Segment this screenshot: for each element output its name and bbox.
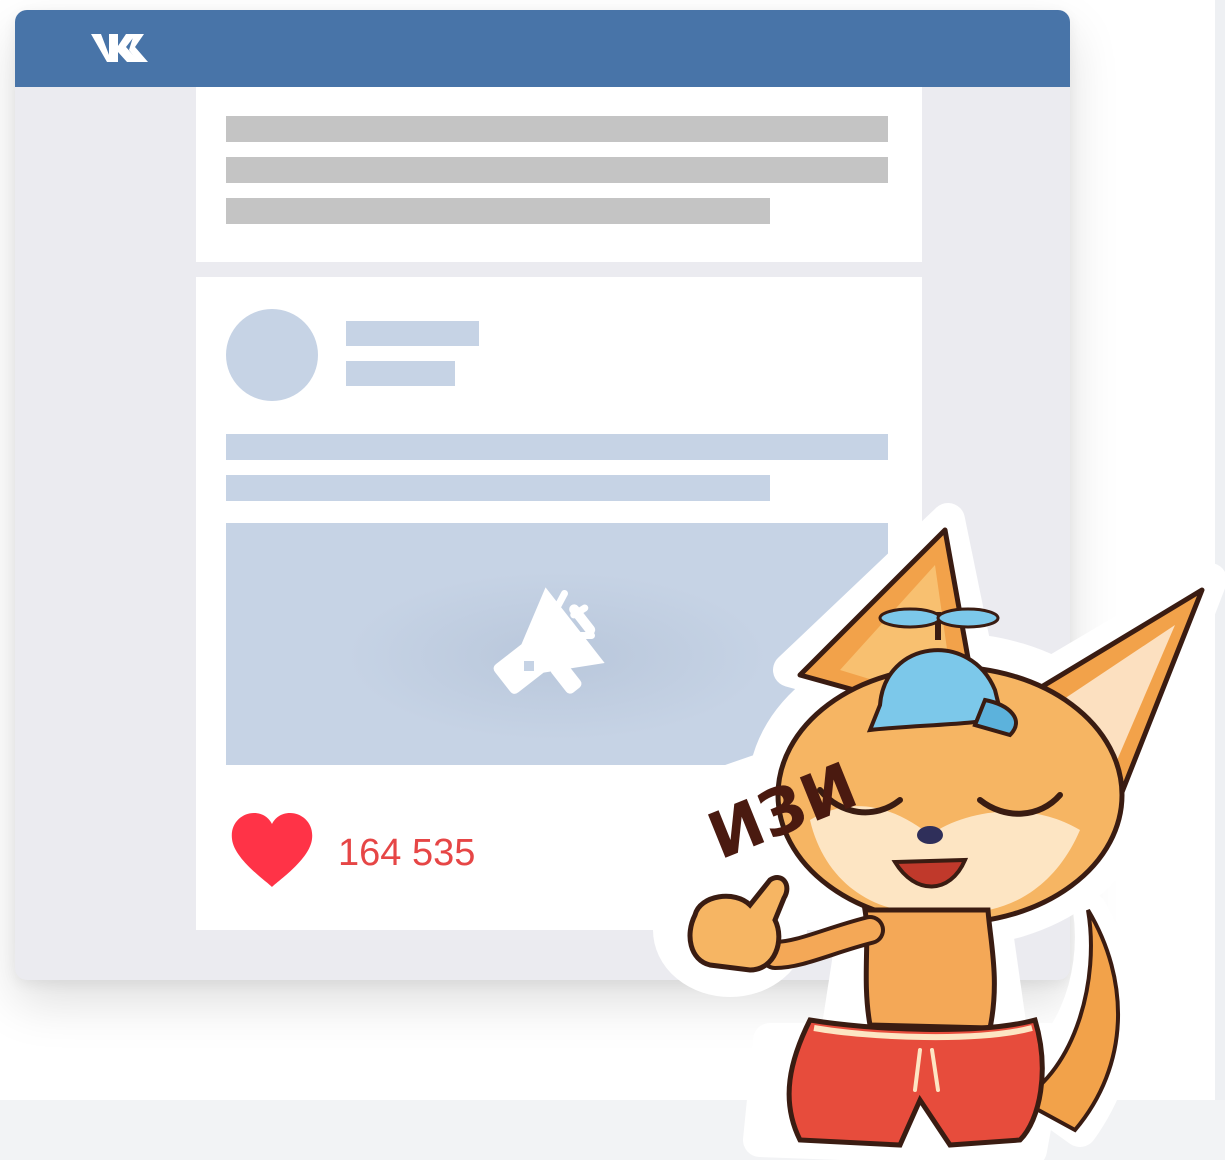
post-text-placeholder	[226, 434, 888, 460]
author-name-placeholder	[346, 321, 479, 346]
text-line-placeholder	[226, 198, 770, 224]
fox-sticker: ИЗИ ИЗИ	[573, 503, 1225, 1160]
post-text-placeholder	[226, 475, 770, 501]
likes-count: 164 535	[338, 832, 476, 874]
top-header: VK	[15, 10, 1070, 87]
text-card	[196, 87, 922, 262]
post-date-placeholder	[346, 361, 455, 386]
text-line-placeholder	[226, 116, 888, 142]
heart-icon[interactable]	[230, 813, 314, 889]
vk-logo[interactable]: VK	[91, 30, 155, 66]
avatar[interactable]	[226, 309, 318, 401]
text-line-placeholder	[226, 157, 888, 183]
